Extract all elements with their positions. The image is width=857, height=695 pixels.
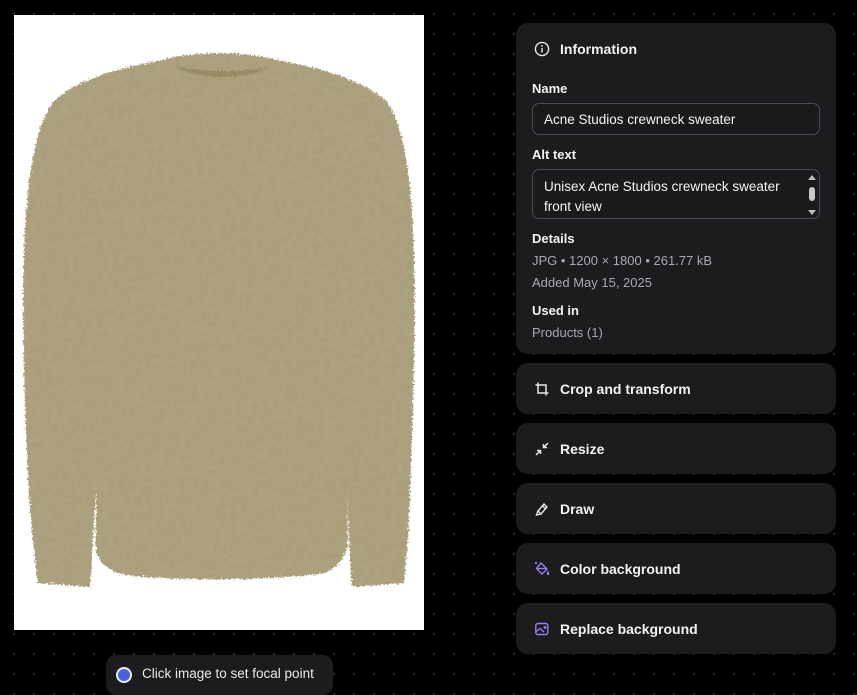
details-label: Details: [532, 231, 575, 246]
image-sparkle-icon: [532, 619, 552, 639]
alt-text-value[interactable]: Unisex Acne Studios crewneck sweater fro…: [544, 177, 799, 217]
details-line: JPG • 1200 × 1800 • 261.77 kB: [532, 253, 713, 268]
added-date: Added May 15, 2025: [532, 275, 652, 290]
resize-button[interactable]: Resize: [516, 423, 836, 474]
crop-icon: [532, 379, 552, 399]
color-background-button[interactable]: Color background: [516, 543, 836, 594]
crop-label: Crop and transform: [560, 380, 691, 397]
used-in-value[interactable]: Products (1): [532, 325, 820, 341]
draw-button[interactable]: Draw: [516, 483, 836, 534]
resize-label: Resize: [560, 440, 605, 457]
scroll-up-icon[interactable]: [808, 175, 816, 180]
focal-point-dot: [116, 667, 132, 683]
focal-hint-text: Click image to set focal point: [142, 666, 314, 681]
crop-transform-button[interactable]: Crop and transform: [516, 363, 836, 414]
name-label: Name: [532, 81, 568, 96]
color-background-label: Color background: [560, 560, 681, 577]
replace-background-button[interactable]: Replace background: [516, 603, 836, 654]
alt-text-label: Alt text: [532, 147, 577, 162]
scroll-thumb[interactable]: [809, 187, 815, 201]
information-header[interactable]: Information: [532, 39, 820, 59]
paint-bucket-sparkle-icon: [532, 559, 552, 579]
draw-icon: [532, 499, 552, 519]
resize-icon: [532, 439, 552, 459]
name-field[interactable]: [532, 103, 820, 135]
replace-background-label: Replace background: [560, 620, 698, 637]
alt-text-field[interactable]: Unisex Acne Studios crewneck sweater fro…: [532, 169, 820, 219]
used-in-label: Used in: [532, 303, 579, 318]
info-icon: [532, 39, 552, 59]
scroll-down-icon[interactable]: [808, 210, 816, 215]
image-preview[interactable]: [14, 15, 424, 630]
alt-text-scrollbar[interactable]: [807, 173, 817, 217]
information-title: Information: [560, 41, 637, 57]
draw-label: Draw: [560, 500, 595, 517]
focal-point-hint: Click image to set focal point: [106, 655, 333, 695]
sweater-image: [23, 53, 415, 587]
information-panel: Information Name Alt text Unisex Acne St…: [516, 23, 836, 354]
